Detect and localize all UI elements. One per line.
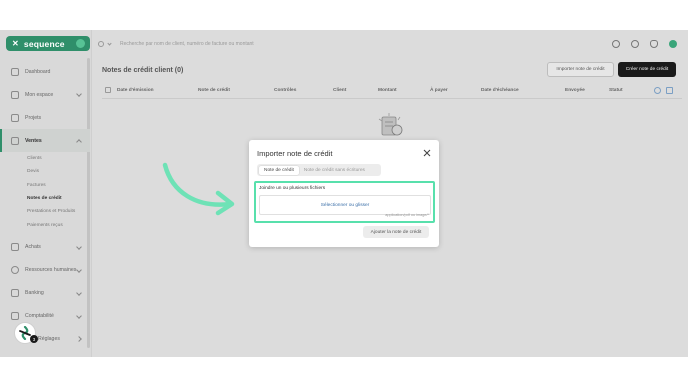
notification-count-badge: 3 — [30, 335, 38, 343]
tab-note-sans-ecritures[interactable]: Note de crédit sans écritures — [299, 166, 370, 175]
accounting-icon — [11, 312, 19, 321]
purchases-icon — [11, 243, 19, 252]
tab-note-de-credit[interactable]: Note de crédit — [259, 165, 299, 175]
column-header[interactable]: Contrôles — [274, 88, 296, 93]
sidebar-item-label: Ventes — [25, 137, 42, 144]
empty-state-illustration — [378, 113, 403, 136]
sidebar-item-label: Mon espace — [25, 91, 54, 98]
bank-icon — [11, 289, 19, 298]
sidebar-subitem-devis[interactable]: Devis — [27, 165, 90, 178]
sidebar-subitem-notes-de-credit[interactable]: Notes de crédit — [27, 192, 90, 205]
sidebar: ✕ sequence Dashboard Mon espace Projets … — [0, 30, 92, 357]
sidebar-item-label: Achats — [25, 244, 41, 251]
brand-logo[interactable]: ✕ sequence — [6, 36, 90, 51]
brand-name: sequence — [23, 38, 65, 49]
logo-mark-icon: ✕ — [12, 39, 19, 48]
file-dropzone[interactable]: Sélectionner ou glisser — [259, 195, 431, 215]
file-drop-highlight: Joindre un ou plusieurs fichiers Sélecti… — [254, 181, 435, 223]
search-bar[interactable]: Recherche par nom de client, numéro de f… — [98, 37, 598, 51]
settings-icon[interactable] — [612, 40, 620, 48]
modal-title: Importer note de crédit — [257, 149, 333, 158]
sidebar-item-ressources-humaines[interactable]: Ressources humaines — [0, 259, 90, 282]
chevron-down-icon — [76, 243, 82, 250]
sidebar-item-label: Banking — [25, 290, 44, 297]
file-type-hint: application/pdf ou image/* — [385, 213, 429, 217]
chevron-down-icon[interactable] — [107, 40, 112, 46]
filter-icon[interactable] — [654, 87, 661, 94]
table-header: Date d'émission Note de crédit Contrôles… — [102, 82, 682, 99]
sidebar-subitem-paiements[interactable]: Paiements reçus — [27, 218, 90, 231]
sidebar-item-achats[interactable]: Achats — [0, 236, 90, 259]
column-header[interactable]: Date d'émission — [117, 88, 154, 93]
chevron-down-icon — [76, 266, 82, 273]
sidebar-item-label: Dashboard — [25, 68, 51, 75]
columns-icon[interactable] — [666, 87, 673, 94]
sidebar-item-banking[interactable]: Banking — [0, 282, 90, 305]
chevron-down-icon — [76, 289, 82, 296]
import-credit-note-button[interactable]: Importer note de crédit — [547, 62, 614, 77]
help-icon[interactable] — [631, 40, 639, 48]
sidebar-item-label: Ressources humaines — [25, 267, 77, 274]
add-credit-note-button[interactable]: Ajouter la note de crédit — [363, 226, 429, 238]
sidebar-subitem-factures[interactable]: Factures — [27, 179, 90, 192]
create-credit-note-button[interactable]: Créer note de crédit — [618, 62, 676, 77]
sidebar-item-label: Réglages — [38, 336, 60, 343]
sidebar-item-label: Comptabilité — [25, 313, 54, 320]
dashboard-icon — [11, 67, 19, 76]
search-icon — [98, 41, 104, 47]
column-header[interactable]: Montant — [378, 88, 397, 93]
sidebar-submenu-ventes: Clients Devis Factures Notes de crédit P… — [0, 152, 90, 232]
chevron-down-icon — [76, 312, 82, 319]
chevron-down-icon — [76, 91, 82, 97]
sidebar-item-projets[interactable]: Projets — [0, 106, 90, 129]
file-drop-label: Joindre un ou plusieurs fichiers — [259, 186, 326, 191]
sidebar-item-mon-espace[interactable]: Mon espace — [0, 83, 90, 106]
search-input[interactable]: Recherche par nom de client, numéro de f… — [120, 41, 254, 47]
column-header[interactable]: Date d'échéance — [481, 88, 519, 93]
close-icon[interactable] — [423, 149, 431, 157]
page-title: Notes de crédit client (0) — [102, 67, 184, 74]
sidebar-item-comptabilite[interactable]: Comptabilité — [0, 305, 90, 328]
select-or-drag-link[interactable]: Sélectionner ou glisser — [321, 203, 370, 208]
column-header[interactable]: Envoyée — [565, 88, 585, 93]
top-bar: Recherche par nom de client, numéro de f… — [93, 30, 688, 58]
column-header[interactable]: Client — [333, 88, 346, 93]
select-all-checkbox[interactable] — [105, 87, 111, 93]
modal-tabs: Note de crédit Note de crédit sans écrit… — [257, 164, 381, 176]
people-icon — [11, 266, 19, 275]
column-header[interactable]: Statut — [609, 88, 623, 93]
sidebar-subitem-clients[interactable]: Clients — [27, 152, 90, 165]
chevron-right-icon — [76, 335, 82, 342]
user-icon — [11, 90, 19, 99]
annotation-arrow-icon — [162, 162, 235, 216]
import-credit-note-modal: Importer note de crédit Note de crédit N… — [249, 140, 439, 247]
sidebar-item-ventes[interactable]: Ventes — [0, 129, 90, 152]
sidebar-item-label: Projets — [25, 114, 42, 121]
sidebar-subitem-prestations[interactable]: Prestations et Produits — [27, 205, 90, 218]
sidebar-item-dashboard[interactable]: Dashboard — [0, 60, 90, 83]
bell-icon[interactable] — [650, 40, 658, 48]
workspace-badge-icon — [76, 39, 85, 48]
chevron-up-icon — [76, 139, 82, 145]
sales-icon — [11, 136, 19, 145]
column-header[interactable]: Note de crédit — [198, 88, 230, 93]
avatar[interactable] — [669, 40, 677, 48]
projects-icon — [11, 113, 19, 122]
column-header[interactable]: À payer — [430, 88, 448, 93]
sidebar-nav: Dashboard Mon espace Projets Ventes Clie… — [0, 60, 90, 351]
